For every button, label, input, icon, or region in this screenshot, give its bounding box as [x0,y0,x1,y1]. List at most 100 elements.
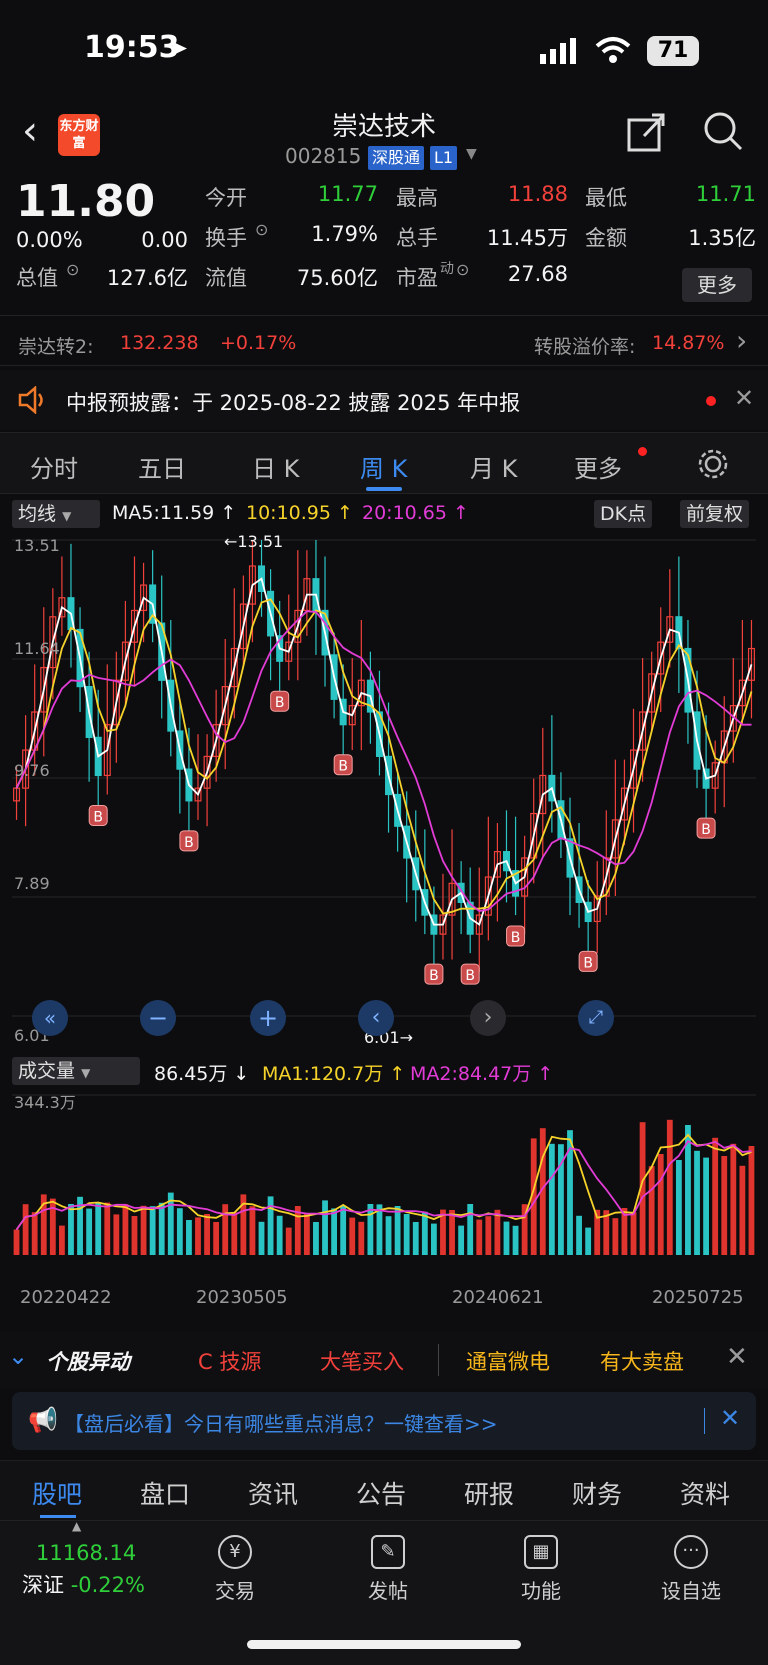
volume-bar [403,1214,410,1255]
tab-forum[interactable]: 股吧 [32,1475,82,1511]
volume-bar [231,1212,238,1255]
ma5-value: MA5:11.59 ↑ [112,502,237,524]
tab-weekly-k[interactable]: 周 K [360,449,407,484]
dropdown-caret-icon[interactable]: ▼ [466,146,477,162]
volume-bar [630,1212,637,1255]
share-icon[interactable] [626,112,666,152]
close-icon[interactable]: ✕ [726,1342,748,1372]
tab-profile[interactable]: 资料 [680,1475,730,1511]
adjust-mode-button[interactable]: 前复权 [680,500,750,528]
volume-bar [612,1218,619,1255]
step-right-icon[interactable]: › [470,1000,506,1036]
volume-bar [204,1214,210,1255]
alert-item[interactable]: C 技源 [198,1346,261,1376]
tab-monthly-k[interactable]: 月 K [470,449,517,484]
tab-research[interactable]: 研报 [464,1475,514,1511]
volume-bar [58,1225,65,1255]
volume-bar [358,1221,365,1255]
megaphone-icon: 📢 [28,1406,58,1434]
tab-intraday[interactable]: 分时 [30,449,78,484]
volume-bar [585,1227,592,1255]
volume-bar [367,1204,374,1255]
buy-signal-label: B [429,968,439,984]
price-axis-label: 11.64 [14,639,60,658]
high-label: 最高 [396,186,438,210]
tab-daily-k[interactable]: 日 K [252,449,299,484]
divider [704,1408,705,1434]
ma-indicator-select[interactable]: 均线 ▼ [12,500,100,528]
quote-panel: 11.80 0.00% 0.00 总值 ⊙ 127.6亿 今开 11.77 换手… [0,176,768,316]
wifi-icon [595,37,631,63]
alert-item[interactable]: 有大卖盘 [600,1346,684,1376]
alert-item[interactable]: 通富微电 [466,1346,550,1376]
more-button[interactable]: 更多 [682,268,752,302]
volume-bar [303,1214,310,1255]
info-icon[interactable]: ⊙ [66,260,79,279]
info-icon[interactable]: ⊙ [456,260,469,279]
volume-bar [694,1150,700,1255]
volume-bars[interactable] [0,1085,768,1265]
volume-bar [340,1205,347,1255]
volume-value: 86.45万 ↓ [154,1063,250,1085]
volume-bar [712,1137,719,1255]
tab-news[interactable]: 资讯 [248,1475,298,1511]
grid-icon: ▦ [524,1535,558,1569]
divider [438,1344,439,1376]
add-watchlist-button[interactable]: ··· 设自选 [636,1529,746,1604]
zoom-in-icon[interactable]: + [250,1000,286,1036]
gear-icon[interactable] [696,447,730,481]
volume-bar [739,1165,746,1255]
volume-bar [104,1202,111,1255]
volume-bar [95,1202,102,1255]
post-button[interactable]: ✎ 发帖 [333,1529,443,1604]
expand-icon[interactable]: ⤢ [578,1000,614,1036]
trade-button[interactable]: ¥ 交易 [180,1529,290,1604]
tab-more[interactable]: 更多 [574,449,622,484]
index-ticker[interactable]: 11168.14 深证 -0.22% [22,1541,172,1599]
tab-financials[interactable]: 财务 [572,1475,622,1511]
location-arrow-icon: ➤ [168,34,189,62]
collapse-chevron-icon[interactable]: ⌄ [8,1342,28,1370]
volume-bar [512,1225,519,1255]
step-left-icon[interactable]: ‹ [358,1000,394,1036]
date-axis-label: 20240621 [452,1287,544,1308]
features-button[interactable]: ▦ 功能 [486,1529,596,1604]
volume-bar [675,1160,682,1255]
volume-bar [131,1216,138,1255]
pe-label: 市盈 [396,266,438,290]
earnings-notice[interactable]: 中报预披露：于 2025-08-22 披露 2025 年中报 ✕ [0,370,768,430]
convertible-bond-row[interactable]: 崇达转2: 132.238 +0.17% 转股溢价率: 14.87% › [0,320,768,366]
scroll-left-icon[interactable]: « [32,1000,68,1036]
volume-bar [186,1220,192,1255]
volume-bar [22,1204,29,1255]
volume-bar [86,1208,93,1255]
dk-point-button[interactable]: DK点 [594,500,653,528]
close-icon[interactable]: ✕ [720,1404,740,1432]
candlestick-plot[interactable]: B B B B B B B B B [0,532,768,1024]
volume-bar [258,1221,265,1255]
tab-five-day[interactable]: 五日 [138,449,186,484]
volume-bar [657,1154,664,1255]
stock-alert-strip: ⌄ 个股异动 C 技源 大笔买入 通富微电 有大卖盘 ✕ [0,1332,768,1388]
volume-chart[interactable]: 成交量 ▼ 86.45万 ↓ MA1:120.7万 ↑ MA2:84.47万 ↑… [0,1055,768,1330]
volume-bar [213,1222,220,1255]
change-amount: 0.00 [141,228,188,252]
signal-icon [540,38,576,64]
alert-item[interactable]: 大笔买入 [320,1346,404,1376]
close-icon[interactable]: ✕ [734,384,754,412]
volume-indicator-select[interactable]: 成交量 ▼ [12,1057,140,1085]
search-icon[interactable] [702,110,744,152]
alert-title: 个股异动 [46,1350,130,1374]
volume-bar [576,1215,582,1255]
volume-bar [222,1204,229,1255]
active-tab-underline [366,487,402,491]
volume-bar [68,1204,74,1255]
tab-orderbook[interactable]: 盘口 [140,1475,190,1511]
tab-announcements[interactable]: 公告 [356,1475,406,1511]
price-axis-label: 13.51 [14,536,60,555]
kline-chart[interactable]: 均线 ▼ MA5:11.59 ↑ 10:10.95 ↑ 20:10.65 ↑ D… [0,496,768,1056]
zoom-out-icon[interactable]: − [140,1000,176,1036]
info-icon[interactable]: ⊙ [255,220,268,239]
volume-bar [113,1214,120,1255]
news-banner[interactable]: 📢 【盘后必看】今日有哪些重点消息？一键查看>> ✕ [12,1392,756,1450]
